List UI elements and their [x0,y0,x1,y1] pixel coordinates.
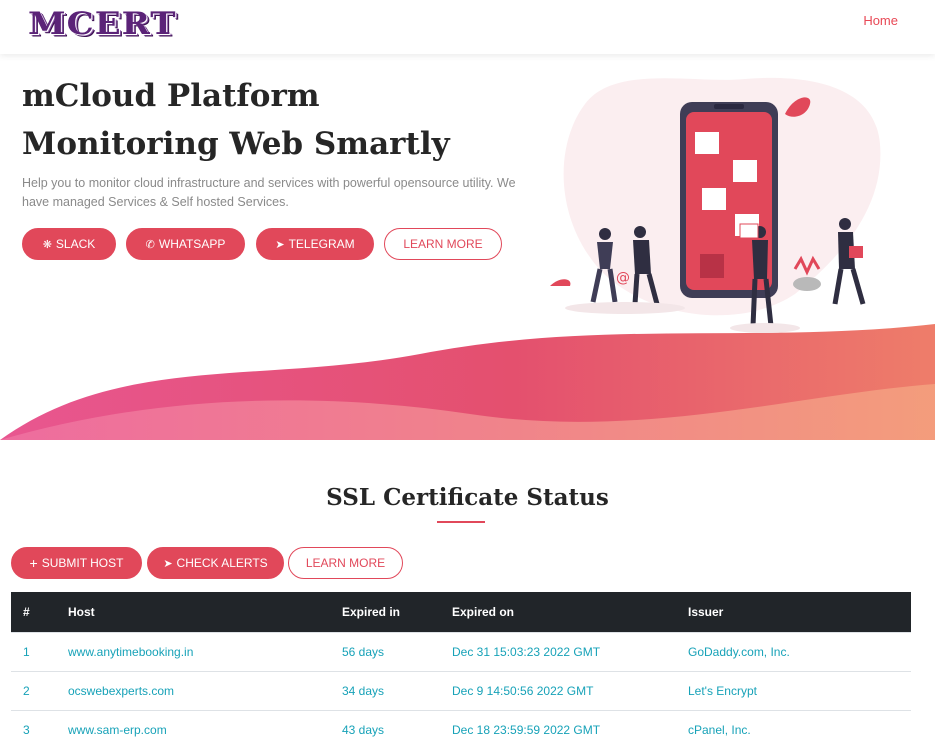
svg-text:@: @ [616,270,630,286]
header-host: Host [56,592,330,632]
row-expired-in: 34 days [330,670,440,710]
row-host[interactable]: ocswebexperts.com [56,670,330,710]
section-learn-more-label: LEARN MORE [305,556,386,570]
section-title: SSL Certificate Status [326,484,609,511]
table-row[interactable]: 2 ocswebexperts.com 34 days Dec 9 14:50:… [11,670,911,710]
hero-learn-more-button[interactable]: LEARN MORE [384,228,502,260]
submit-host-label: SUBMIT HOST [41,556,124,570]
nav-home-link[interactable]: Home [863,13,898,28]
hero-section: @ mCloud Platform Monitoring Web Smartly… [0,54,935,440]
row-expired-in: 56 days [330,631,440,671]
title-underline [437,521,485,523]
slack-button-label: SLACK [55,237,96,251]
hero-title: mCloud Platform Monitoring Web Smartly [22,72,450,168]
hero-illustration: @ [550,77,881,333]
row-expired-on: Dec 31 15:03:23 2022 GMT [440,631,676,671]
table-header-row: # Host Expired in Expired on Issuer [11,592,911,632]
send-icon: ➤ [163,557,173,570]
table-row[interactable]: 1 www.anytimebooking.in 56 days Dec 31 1… [11,631,911,671]
header-issuer: Issuer [676,592,911,632]
hero-description: Help you to monitor cloud infrastructure… [22,176,516,209]
row-issuer: GoDaddy.com, Inc. [676,631,911,671]
table-row[interactable]: 3 www.sam-erp.com 43 days Dec 18 23:59:5… [11,709,911,749]
logo[interactable]: MCERT [28,6,177,42]
whatsapp-button-label: WHATSAPP [158,237,226,251]
row-num: 2 [11,670,56,710]
row-expired-on: Dec 18 23:59:59 2022 GMT [440,709,676,749]
section-learn-more-button[interactable]: LEARN MORE [288,547,403,579]
row-issuer: cPanel, Inc. [676,709,911,749]
check-alerts-button[interactable]: ➤ CHECK ALERTS [147,547,284,579]
telegram-button[interactable]: ➤ TELEGRAM [256,228,374,260]
telegram-icon: ➤ [275,238,285,251]
header-expired-on: Expired on [440,592,676,632]
row-issuer: Let's Encrypt [676,670,911,710]
slack-button[interactable]: ❋ SLACK [22,228,116,260]
whatsapp-button[interactable]: ✆ WHATSAPP [126,228,245,260]
hero-learn-more-label: LEARN MORE [403,237,483,251]
hero-title-line1: mCloud Platform [22,78,320,114]
hero-title-line2: Monitoring Web Smartly [22,126,450,162]
telegram-button-label: TELEGRAM [288,237,355,251]
row-host[interactable]: www.sam-erp.com [56,709,330,749]
submit-host-button[interactable]: + SUBMIT HOST [11,547,142,579]
row-num: 1 [11,631,56,671]
plus-icon: + [29,555,38,571]
row-host[interactable]: www.anytimebooking.in [56,631,330,671]
header-num: # [11,592,56,632]
whatsapp-icon: ✆ [145,238,155,251]
header-expired-in: Expired in [330,592,440,632]
row-expired-in: 43 days [330,709,440,749]
navbar: MCERT Home [0,0,935,54]
row-num: 3 [11,709,56,749]
slack-icon: ❋ [42,238,52,251]
check-alerts-label: CHECK ALERTS [176,556,268,570]
row-expired-on: Dec 9 14:50:56 2022 GMT [440,670,676,710]
ssl-status-table: # Host Expired in Expired on Issuer 1 ww… [11,592,911,749]
